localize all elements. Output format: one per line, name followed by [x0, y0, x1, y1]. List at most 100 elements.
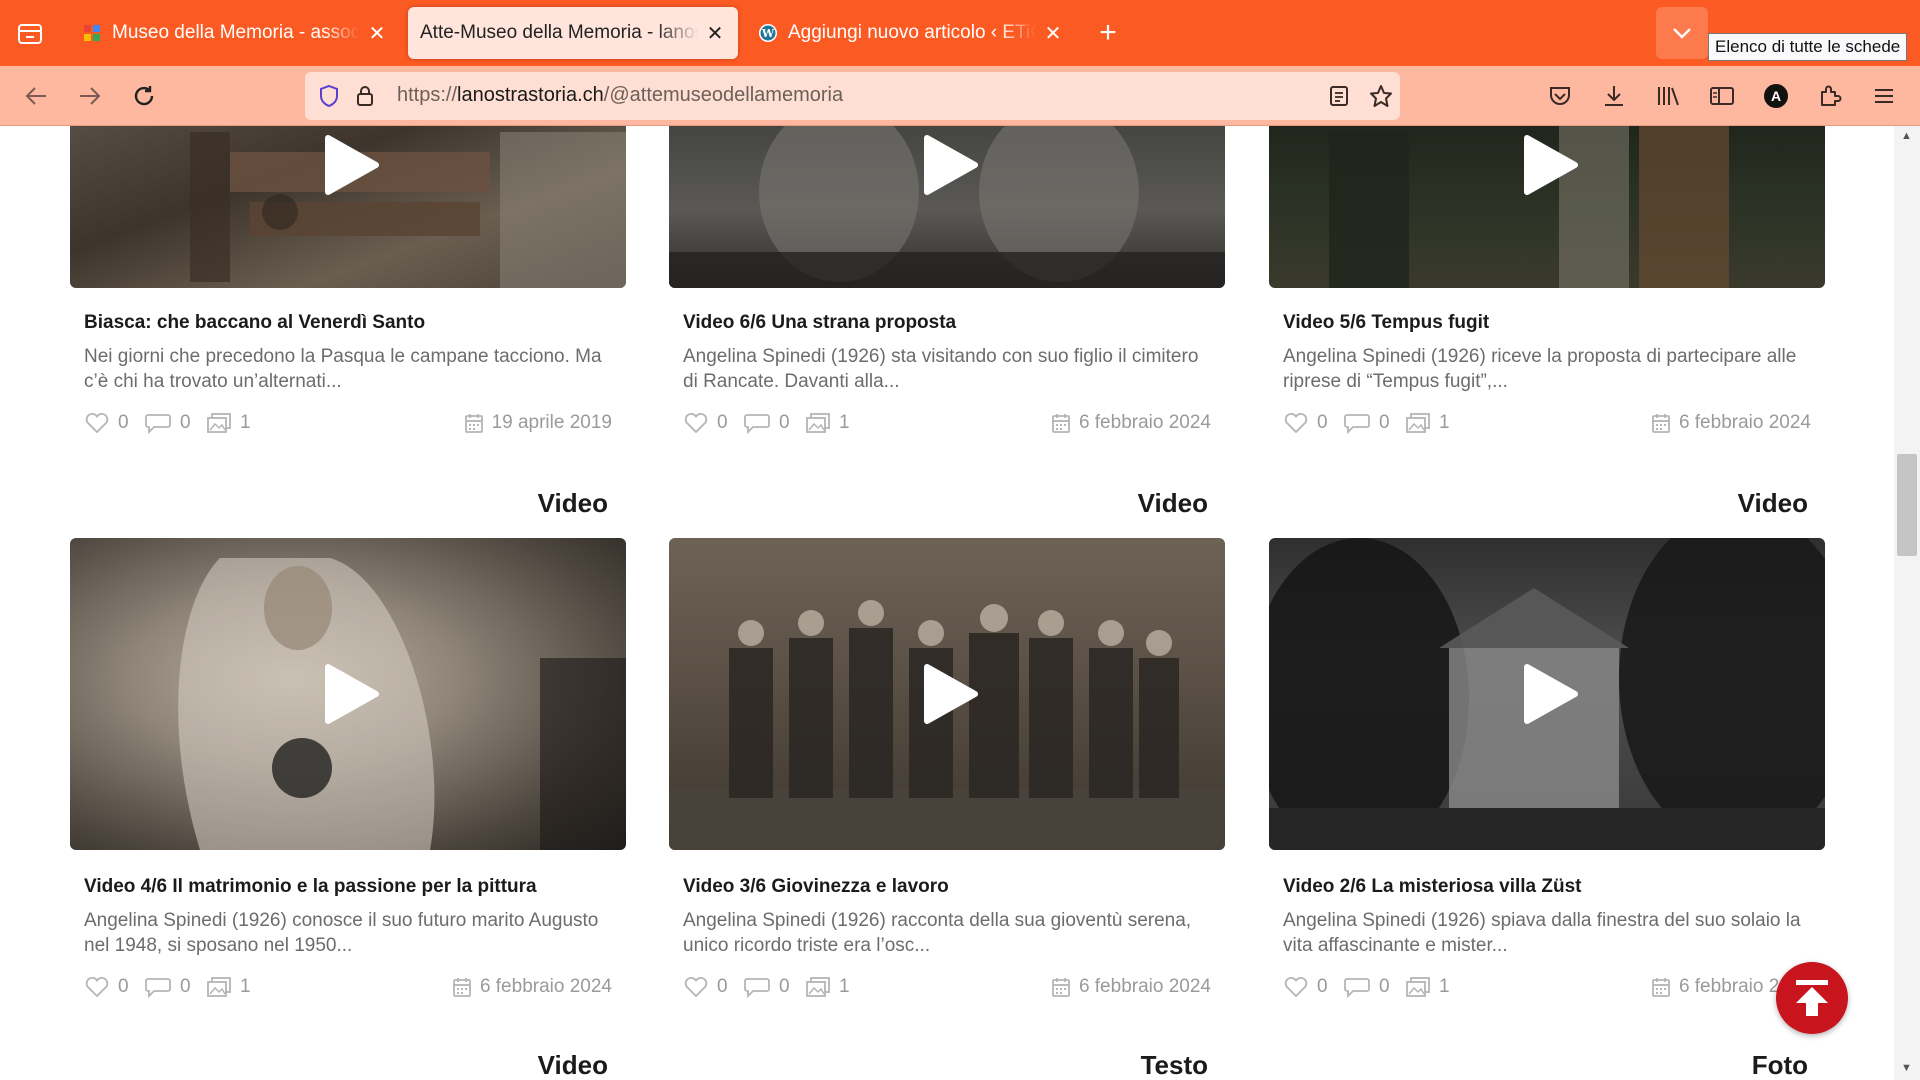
post-thumbnail[interactable]	[70, 126, 626, 288]
post-title[interactable]: Video 5/6 Tempus fugit	[1283, 312, 1489, 334]
reload-button[interactable]	[126, 78, 162, 114]
close-tab-icon[interactable]: ✕	[704, 22, 726, 45]
category-label: Video	[1737, 488, 1808, 518]
post-card[interactable]: Video 4/6 Il matrimonio e la passione pe…	[70, 538, 626, 998]
post-description: Angelina Spinedi (1926) spiava dalla fin…	[1283, 910, 1801, 956]
arrow-left-icon	[25, 87, 46, 105]
post-thumbnail[interactable]	[70, 538, 626, 850]
media-count[interactable]: 1	[206, 976, 251, 998]
media-count[interactable]: 1	[1405, 412, 1450, 434]
pocket-button[interactable]	[1542, 78, 1578, 114]
sidebar-button[interactable]	[1704, 78, 1740, 114]
play-icon[interactable]	[1523, 134, 1579, 196]
comments-count[interactable]: 0	[1343, 976, 1390, 998]
heart-icon	[1284, 412, 1308, 434]
forward-button[interactable]	[72, 78, 108, 114]
play-icon[interactable]	[324, 134, 380, 196]
comments-count[interactable]: 0	[144, 976, 191, 998]
media-count[interactable]: 1	[805, 412, 850, 434]
heart-icon	[1284, 976, 1308, 998]
media-count[interactable]: 1	[1405, 976, 1450, 998]
post-date: 19 aprile 2019	[464, 412, 612, 434]
downloads-button[interactable]	[1596, 78, 1632, 114]
comment-icon	[1344, 978, 1370, 998]
likes-count[interactable]: 0	[84, 412, 129, 434]
heart-icon	[85, 976, 109, 998]
tab-museo-della-memoria[interactable]: Museo della Memoria - associaz ✕	[70, 7, 400, 59]
url-text[interactable]: https://lanostrastoria.ch/@attemuseodell…	[397, 84, 843, 107]
extensions-button[interactable]	[1812, 78, 1848, 114]
scroll-down-arrow-icon[interactable]: ▼	[1901, 1062, 1913, 1074]
post-date: 6 febbraio 2024	[1651, 412, 1811, 434]
gallery-icon	[1406, 413, 1430, 433]
new-tab-button[interactable]: +	[1090, 15, 1126, 51]
reader-view-icon[interactable]	[1325, 82, 1353, 110]
scrollbar-thumb[interactable]	[1897, 454, 1917, 556]
post-description: Angelina Spinedi (1926) conosce il suo f…	[84, 910, 599, 956]
post-title[interactable]: Video 2/6 La misteriosa villa Züst	[1283, 876, 1582, 898]
menu-button[interactable]	[1866, 78, 1902, 114]
post-title[interactable]: Video 3/6 Giovinezza e lavoro	[683, 876, 949, 898]
post-thumbnail[interactable]	[669, 126, 1225, 288]
likes-count[interactable]: 0	[84, 976, 129, 998]
shield-icon[interactable]	[315, 82, 343, 110]
scroll-up-arrow-icon[interactable]: ▲	[1901, 130, 1913, 142]
category-label: Testo	[1140, 1050, 1208, 1080]
play-icon[interactable]	[324, 663, 380, 725]
post-thumbnail[interactable]	[1269, 538, 1825, 850]
back-to-top-button[interactable]	[1776, 962, 1848, 1034]
account-button[interactable]: A	[1758, 78, 1794, 114]
library-button[interactable]	[1650, 78, 1686, 114]
heart-icon	[85, 412, 109, 434]
bookmark-star-icon[interactable]	[1367, 82, 1395, 110]
likes-count[interactable]: 0	[683, 976, 728, 998]
post-card[interactable]: Biasca: che baccano al Venerdì Santo Nei…	[70, 126, 626, 456]
post-title[interactable]: Biasca: che baccano al Venerdì Santo	[84, 312, 425, 334]
media-count[interactable]: 1	[206, 412, 251, 434]
category-label: Foto	[1751, 1050, 1808, 1080]
play-icon[interactable]	[923, 134, 979, 196]
arrow-up-to-line-icon	[1796, 980, 1828, 1016]
post-title[interactable]: Video 4/6 Il matrimonio e la passione pe…	[84, 876, 537, 898]
media-count[interactable]: 1	[805, 976, 850, 998]
comment-icon	[145, 978, 171, 998]
post-card[interactable]: Video 3/6 Giovinezza e lavoro Angelina S…	[669, 538, 1225, 998]
svg-text:W: W	[761, 27, 775, 40]
close-tab-icon[interactable]: ✕	[1042, 22, 1064, 45]
comments-count[interactable]: 0	[743, 976, 790, 998]
tab-title: Aggiungi nuovo articolo ‹ ETiCi	[788, 22, 1036, 43]
sidebar-icon	[1710, 87, 1734, 105]
tab-atte-museo-della-memoria[interactable]: Atte-Museo della Memoria - lanostr ✕	[408, 7, 738, 59]
comments-count[interactable]: 0	[1343, 412, 1390, 434]
likes-count[interactable]: 0	[683, 412, 728, 434]
lock-icon[interactable]	[351, 82, 379, 110]
download-icon	[1605, 86, 1623, 106]
post-thumbnail[interactable]	[1269, 126, 1825, 288]
puzzle-icon	[1821, 85, 1842, 106]
category-label: Video	[537, 1050, 608, 1080]
hamburger-icon	[1875, 89, 1893, 103]
page-scrollbar[interactable]: ▲ ▼	[1894, 126, 1920, 1080]
plus-icon: +	[1099, 16, 1117, 49]
calendar-icon	[453, 978, 471, 997]
post-title[interactable]: Video 6/6 Una strana proposta	[683, 312, 956, 334]
tab-aggiungi-nuovo-articolo[interactable]: W Aggiungi nuovo articolo ‹ ETiCi ✕	[746, 7, 1076, 59]
likes-count[interactable]: 0	[1283, 976, 1328, 998]
comments-count[interactable]: 0	[144, 412, 191, 434]
post-card[interactable]: Video 5/6 Tempus fugit Angelina Spinedi …	[1269, 126, 1825, 456]
comments-count[interactable]: 0	[743, 412, 790, 434]
post-date: 6 febbraio 2024	[452, 976, 612, 998]
heart-icon	[684, 976, 708, 998]
tab-title: Museo della Memoria - associaz	[112, 22, 360, 43]
back-button[interactable]	[18, 78, 54, 114]
url-bar[interactable]: https://lanostrastoria.ch/@attemuseodell…	[305, 72, 1400, 120]
close-tab-icon[interactable]: ✕	[366, 22, 388, 45]
post-card[interactable]: Video 6/6 Una strana proposta Angelina S…	[669, 126, 1225, 456]
post-thumbnail[interactable]	[669, 538, 1225, 850]
likes-count[interactable]: 0	[1283, 412, 1328, 434]
play-icon[interactable]	[923, 663, 979, 725]
firefox-view-button[interactable]	[10, 16, 50, 52]
play-icon[interactable]	[1523, 663, 1579, 725]
list-all-tabs-button[interactable]	[1656, 7, 1708, 59]
post-card[interactable]: Video 2/6 La misteriosa villa Züst Angel…	[1269, 538, 1825, 998]
